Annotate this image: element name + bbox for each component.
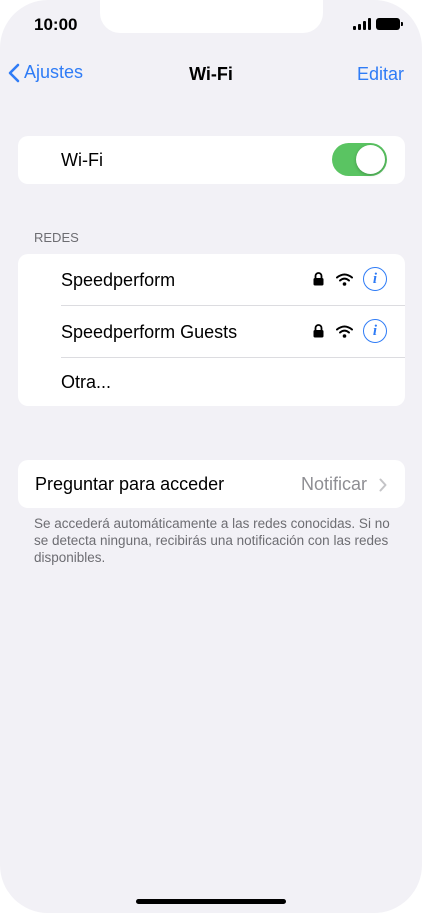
other-network-row[interactable]: Otra... (18, 358, 405, 406)
status-icons (353, 18, 403, 30)
network-row[interactable]: Speedperform Guests i (18, 306, 405, 358)
ask-to-join-value: Notificar (301, 474, 387, 495)
network-status-icons: i (313, 319, 387, 343)
lock-icon (313, 272, 324, 286)
info-icon[interactable]: i (363, 319, 387, 343)
ask-to-join-row[interactable]: Preguntar para acceder Notificar (18, 460, 405, 508)
wifi-toggle-group: Wi-Fi (18, 136, 405, 184)
network-row[interactable]: Speedperform i (18, 254, 405, 306)
wifi-toggle-label: Wi-Fi (61, 149, 103, 170)
notch (100, 0, 323, 33)
battery-icon (376, 18, 403, 30)
network-name: Speedperform Guests (61, 321, 238, 342)
wifi-toggle-switch[interactable] (332, 143, 387, 176)
cellular-signal-icon (353, 18, 371, 30)
ask-to-join-group: Preguntar para acceder Notificar (18, 460, 405, 508)
ask-to-join-label: Preguntar para acceder (35, 473, 225, 494)
wifi-icon (336, 273, 353, 286)
chevron-right-icon (379, 478, 387, 491)
status-time: 10:00 (34, 15, 78, 34)
networks-section-header: REDES (34, 230, 79, 245)
navigation-bar: Ajustes Wi-Fi Editar (0, 58, 422, 92)
wifi-toggle-row: Wi-Fi (18, 136, 405, 184)
home-indicator[interactable] (136, 899, 286, 904)
networks-list: Speedperform i Speedperform Guests i Otr… (18, 254, 405, 406)
edit-button[interactable]: Editar (357, 64, 404, 85)
ask-to-join-value-text: Notificar (300, 474, 367, 494)
phone-screen: 10:00 Ajustes Wi-Fi Editar Wi-Fi REDES S… (0, 0, 422, 913)
network-status-icons: i (313, 267, 387, 291)
network-name: Speedperform (61, 269, 176, 290)
wifi-icon (336, 325, 353, 338)
other-network-label: Otra... (61, 371, 112, 392)
ask-to-join-footnote: Se accederá automáticamente a las redes … (34, 516, 390, 565)
lock-icon (313, 324, 324, 338)
info-icon[interactable]: i (363, 267, 387, 291)
toggle-knob (356, 145, 385, 174)
